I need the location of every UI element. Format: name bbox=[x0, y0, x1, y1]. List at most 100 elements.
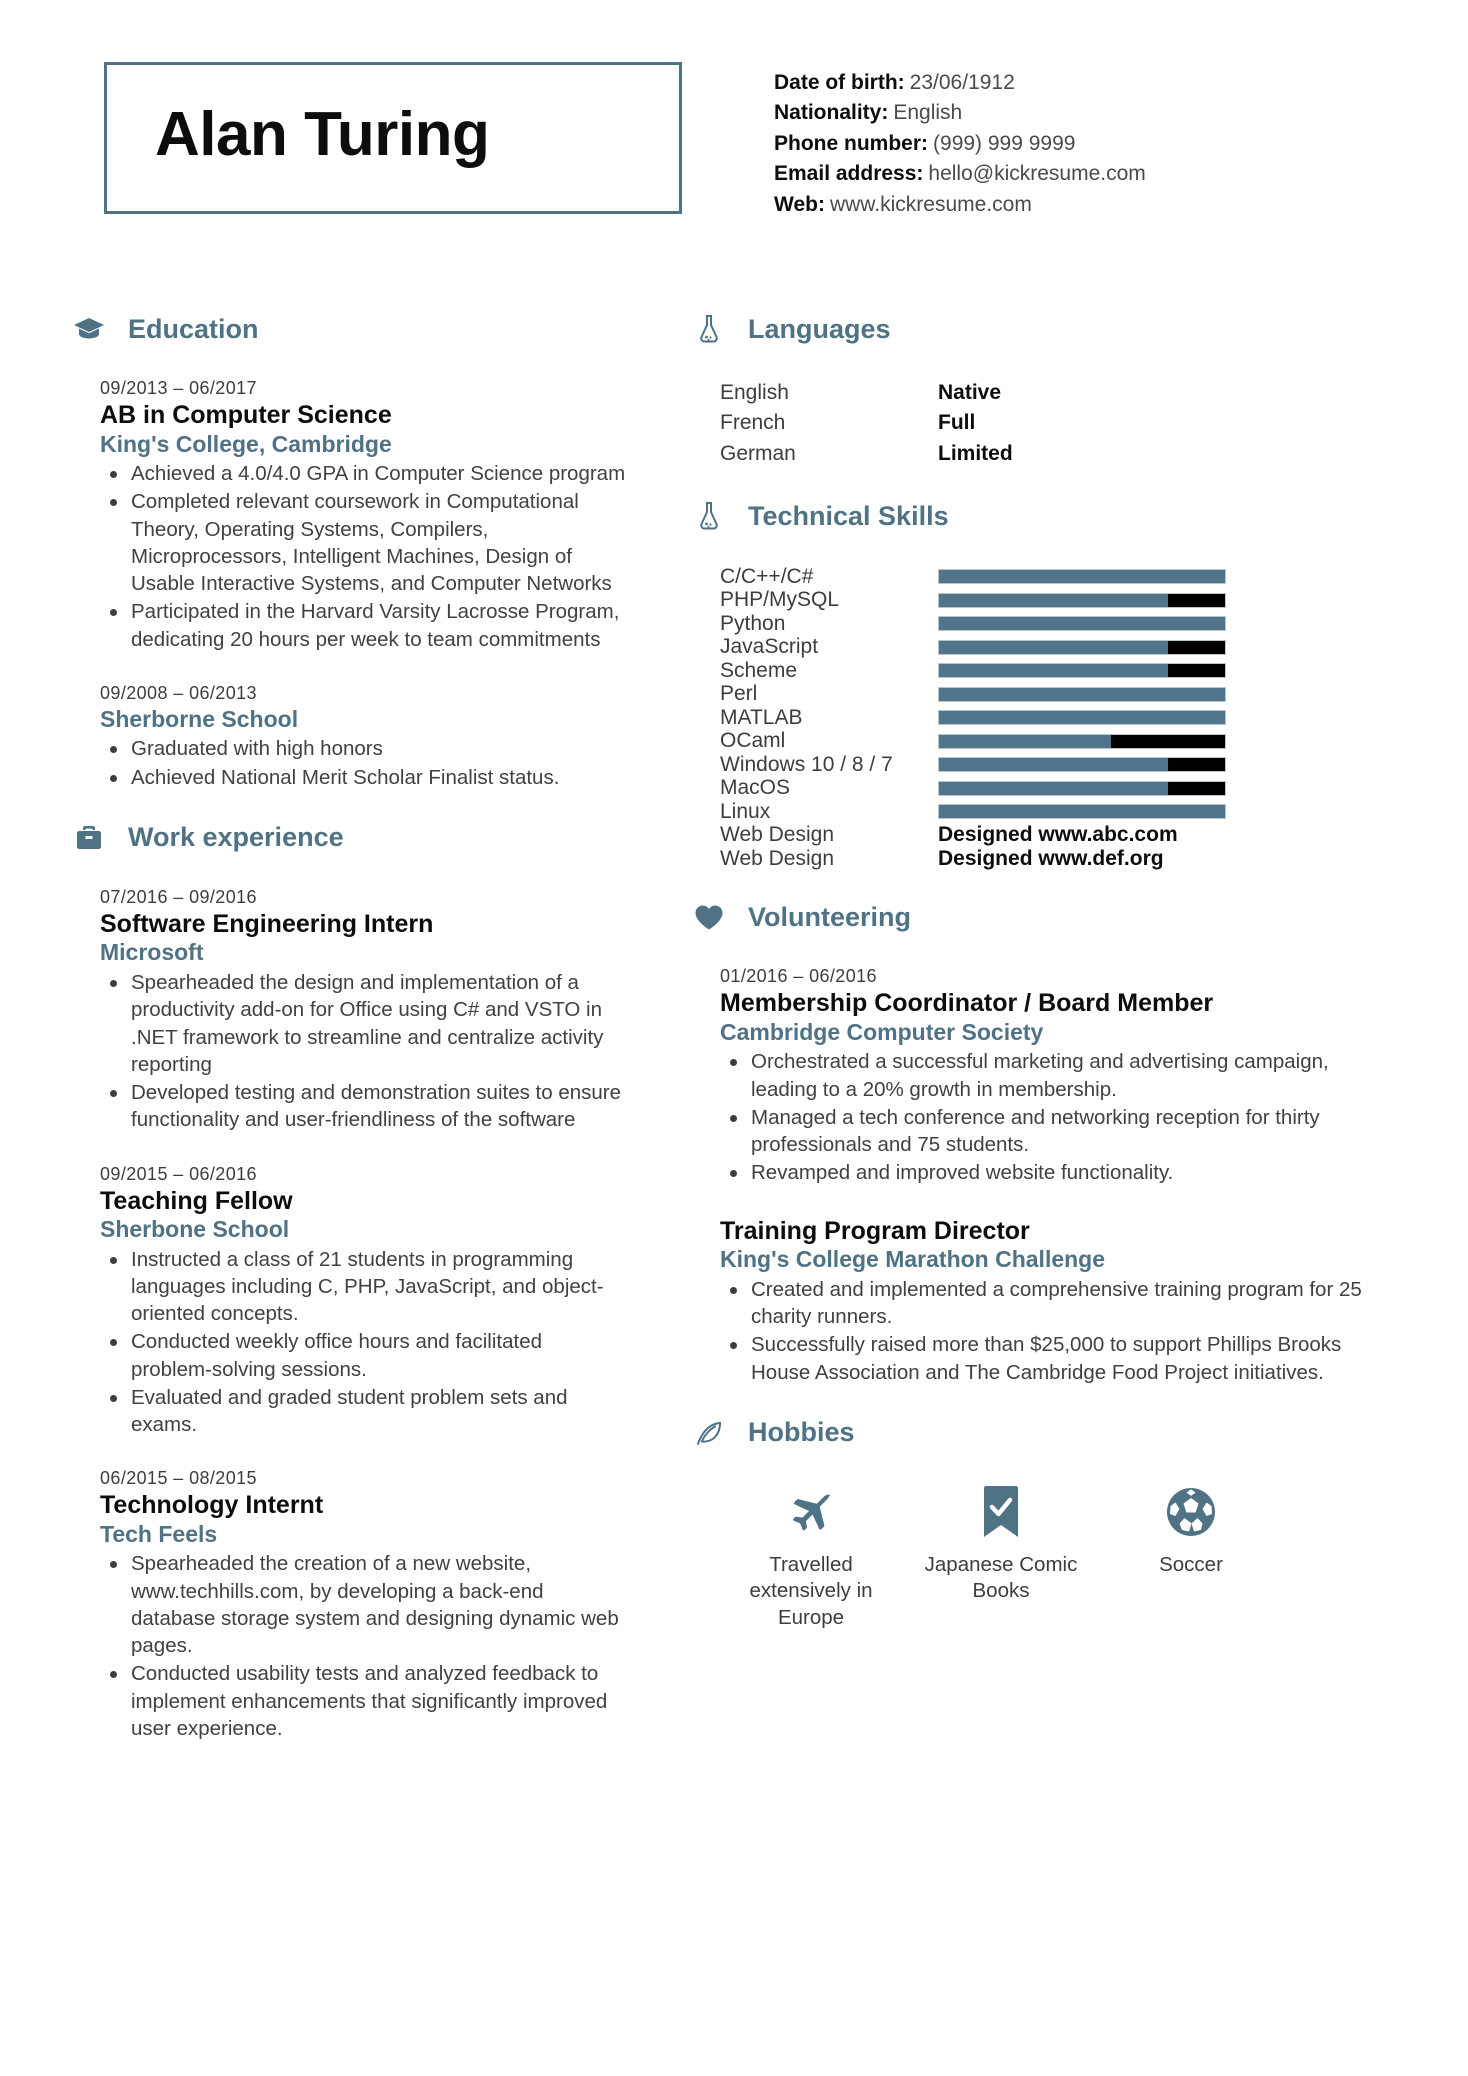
skill-value-text: Designed www.abc.com bbox=[938, 823, 1178, 847]
work-entry: 07/2016 – 09/2016 Software Engineering I… bbox=[72, 887, 626, 1134]
section-work-experience: Work experience 07/2016 – 09/2016 Softwa… bbox=[72, 821, 626, 1742]
list-item: Participated in the Harvard Varsity Lacr… bbox=[100, 598, 626, 653]
entry-subtitle: Microsoft bbox=[100, 939, 204, 966]
skill-row: MacOS bbox=[720, 776, 1392, 800]
skill-level-bar bbox=[938, 757, 1226, 773]
left-column: Education 09/2013 – 06/2017 AB in Comput… bbox=[72, 282, 652, 1772]
skill-row: C/C++/C# bbox=[720, 565, 1392, 588]
language-name: French bbox=[720, 411, 786, 435]
skill-value-text: Designed www.def.org bbox=[938, 846, 1164, 870]
section-technical-skills: Technical Skills C/C++/C# PHP/MySQL Python… bbox=[692, 499, 1392, 870]
skill-name: Scheme bbox=[720, 658, 798, 682]
hobbies-list: Travelled extensively in Europe Japanese… bbox=[692, 1482, 1392, 1632]
skill-level-bar bbox=[938, 733, 1226, 749]
airplane-icon bbox=[785, 1482, 837, 1542]
contact-value-email[interactable]: hello@kickresume.com bbox=[928, 162, 1145, 185]
skill-level-bar bbox=[938, 616, 1226, 632]
skills-list: C/C++/C# PHP/MySQL Python JavaScript Scheme P… bbox=[692, 565, 1392, 870]
work-entry: 09/2015 – 06/2016 Teaching Fellow Sherbo… bbox=[72, 1164, 626, 1439]
skill-row: MATLAB bbox=[720, 706, 1392, 729]
entry-title: Training Program Director bbox=[720, 1216, 1030, 1245]
entry-title: Teaching Fellow bbox=[100, 1186, 293, 1215]
entry-title: Membership Coordinator / Board Member bbox=[720, 989, 1214, 1018]
volunteering-entry: 01/2016 – 06/2016 Membership Coordinator… bbox=[692, 966, 1392, 1186]
list-item: Orchestrated a successful marketing and … bbox=[720, 1048, 1392, 1103]
section-title-work: Work experience bbox=[128, 822, 344, 853]
entry-date: 07/2016 – 09/2016 bbox=[100, 886, 257, 907]
education-entry: 09/2008 – 06/2013 Sherborne School Gradu… bbox=[72, 683, 626, 791]
soccer-ball-icon bbox=[1165, 1482, 1217, 1542]
list-item: Conducted weekly office hours and facili… bbox=[100, 1328, 626, 1383]
skill-row: OCaml bbox=[720, 729, 1392, 753]
skill-name: MATLAB bbox=[720, 705, 803, 729]
entry-bullets: Achieved a 4.0/4.0 GPA in Computer Scien… bbox=[100, 460, 626, 653]
list-item: Created and implemented a comprehensive … bbox=[720, 1276, 1392, 1331]
contact-row-dob: Date of birth: 23/06/1912 bbox=[774, 68, 1146, 98]
contact-label-web: Web: bbox=[774, 192, 825, 216]
language-row: German Limited bbox=[720, 439, 1392, 469]
entry-bullets: Spearheaded the design and implementatio… bbox=[100, 969, 626, 1134]
section-title-education: Education bbox=[128, 313, 259, 344]
skill-name: MacOS bbox=[720, 776, 791, 800]
section-title-volunteering: Volunteering bbox=[748, 901, 912, 932]
contact-value-nationality: English bbox=[893, 101, 963, 125]
right-column: Languages English Native French Full Ger… bbox=[692, 282, 1392, 1638]
entry-date: 01/2016 – 06/2016 bbox=[720, 966, 877, 987]
entry-date: 09/2008 – 06/2013 bbox=[100, 682, 257, 703]
skill-name: C/C++/C# bbox=[720, 564, 814, 588]
entry-date: 09/2015 – 06/2016 bbox=[100, 1163, 257, 1184]
skill-level-fill bbox=[939, 758, 1168, 772]
entry-bullets: Spearheaded the creation of a new websit… bbox=[100, 1550, 626, 1742]
hobby-label: Soccer bbox=[1159, 1552, 1223, 1576]
hobby-item-comics: Japanese Comic Books bbox=[906, 1482, 1096, 1632]
skill-level-bar bbox=[938, 686, 1226, 702]
language-level: Native bbox=[938, 381, 1002, 404]
contact-value-dob: 23/06/1912 bbox=[909, 71, 1015, 94]
entry-subtitle: Cambridge Computer Society bbox=[720, 1018, 1044, 1045]
resume-body: Education 09/2013 – 06/2017 AB in Comput… bbox=[72, 282, 1396, 1772]
section-head-work: Work experience bbox=[72, 821, 626, 855]
entry-subtitle: Tech Feels bbox=[100, 1520, 218, 1547]
skill-level-fill bbox=[939, 687, 1225, 701]
contact-value-phone: (999) 999 9999 bbox=[933, 131, 1076, 155]
contact-value-web[interactable]: www.kickresume.com bbox=[830, 193, 1032, 216]
list-item: Spearheaded the creation of a new websit… bbox=[100, 1550, 626, 1659]
hobby-label: Japanese Comic Books bbox=[924, 1552, 1078, 1603]
list-item: Developed testing and demonstration suit… bbox=[100, 1079, 626, 1134]
entry-title: Technology Internt bbox=[100, 1491, 324, 1520]
leaf-icon bbox=[692, 1416, 726, 1450]
skill-row: JavaScript bbox=[720, 635, 1392, 659]
list-item: Conducted usability tests and analyzed f… bbox=[100, 1660, 626, 1742]
skill-level-fill bbox=[939, 711, 1225, 725]
list-item: Managed a tech conference and networking… bbox=[720, 1104, 1392, 1159]
language-row: English Native bbox=[720, 378, 1392, 408]
section-head-volunteering: Volunteering bbox=[692, 900, 1392, 934]
list-item: Successfully raised more than $25,000 to… bbox=[720, 1331, 1392, 1386]
section-title-languages: Languages bbox=[748, 313, 891, 344]
skill-name: Web Design bbox=[720, 846, 835, 870]
entry-title: Software Engineering Intern bbox=[100, 909, 434, 938]
skill-level-fill bbox=[939, 805, 1225, 819]
list-item: Spearheaded the design and implementatio… bbox=[100, 969, 626, 1078]
skill-level-bar bbox=[938, 569, 1226, 585]
contact-label-dob: Date of birth: bbox=[774, 71, 905, 94]
skill-level-fill bbox=[939, 617, 1225, 631]
contact-row-phone: Phone number: (999) 999 9999 bbox=[774, 129, 1146, 159]
language-level: Limited bbox=[938, 441, 1013, 465]
skill-row: Windows 10 / 8 / 7 bbox=[720, 753, 1392, 776]
skill-row: Scheme bbox=[720, 659, 1392, 682]
skill-level-fill bbox=[939, 664, 1168, 678]
volunteering-entry: Training Program Director King's College… bbox=[692, 1217, 1392, 1386]
contact-label-nationality: Nationality: bbox=[774, 101, 889, 125]
resume-header: Alan Turing Date of birth: 23/06/1912 Nat… bbox=[72, 62, 1396, 222]
skill-row: Web Design Designed www.def.org bbox=[720, 847, 1392, 870]
section-education: Education 09/2013 – 06/2017 AB in Comput… bbox=[72, 312, 626, 791]
section-title-hobbies: Hobbies bbox=[748, 1417, 855, 1448]
list-item: Achieved National Merit Scholar Finalist… bbox=[100, 764, 626, 791]
list-item: Evaluated and graded student problem set… bbox=[100, 1384, 626, 1439]
language-name: English bbox=[720, 381, 789, 404]
entry-date: 06/2015 – 08/2015 bbox=[100, 1468, 257, 1489]
skill-name: OCaml bbox=[720, 729, 786, 753]
skill-level-fill bbox=[939, 593, 1168, 607]
contact-row-web: Web: www.kickresume.com bbox=[774, 190, 1146, 220]
